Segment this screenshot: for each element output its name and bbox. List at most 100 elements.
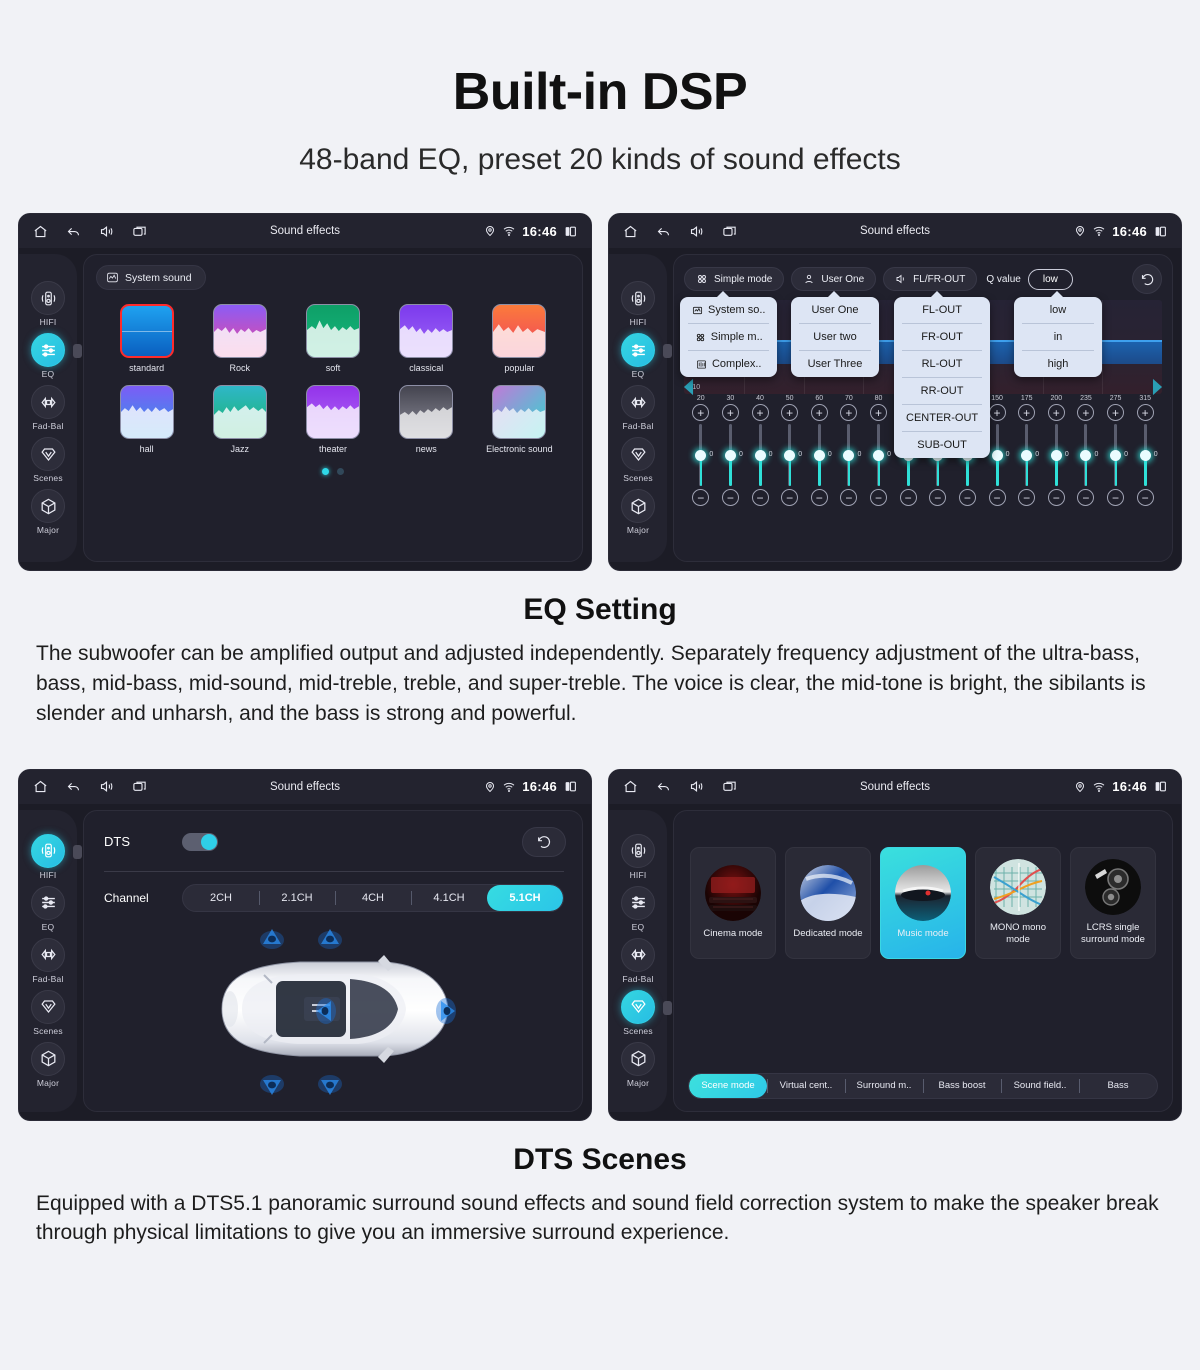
back-icon[interactable] <box>66 779 81 794</box>
eq-decrease-button[interactable]: − <box>810 489 828 507</box>
eq-slider-knob[interactable] <box>813 450 825 462</box>
speaker-icon[interactable] <box>434 996 458 1024</box>
eq-slider-knob[interactable] <box>991 450 1003 462</box>
eq-slider-knob[interactable] <box>695 450 707 462</box>
eq-increase-button[interactable]: + <box>1047 404 1065 422</box>
sidebar-item-major[interactable]: Major <box>19 489 77 535</box>
speaker-icon[interactable] <box>317 1074 342 1096</box>
recent-apps-icon[interactable] <box>722 779 737 794</box>
channel-option-21ch[interactable]: 2.1CH <box>259 885 335 911</box>
eq-decrease-button[interactable]: − <box>1107 489 1125 507</box>
scene-card-music[interactable]: Music mode <box>880 846 966 959</box>
tab-bass[interactable]: Bass <box>1079 1074 1157 1098</box>
eq-decrease-button[interactable]: − <box>988 489 1006 507</box>
eq-slider-track[interactable]: 0 <box>843 424 861 487</box>
eq-slider-knob[interactable] <box>784 450 796 462</box>
speaker-icon[interactable] <box>314 996 338 1024</box>
speaker-icon[interactable] <box>259 1074 284 1096</box>
sidebar-item-scenes[interactable]: Scenes <box>19 437 77 483</box>
eq-decrease-button[interactable]: − <box>870 489 888 507</box>
channel-option-2ch[interactable]: 2CH <box>183 885 259 911</box>
split-screen-icon[interactable] <box>564 225 577 238</box>
dropdown-item[interactable]: high <box>1022 351 1094 377</box>
volume-icon[interactable] <box>99 224 114 239</box>
eq-increase-button[interactable]: + <box>781 404 799 422</box>
dropdown-item[interactable]: RL-OUT <box>902 351 983 379</box>
dropdown-item[interactable]: CENTER-OUT <box>902 405 983 433</box>
home-icon[interactable] <box>623 779 638 794</box>
eq-increase-button[interactable]: + <box>751 404 769 422</box>
eq-decrease-button[interactable]: − <box>1047 489 1065 507</box>
eq-slider-track[interactable]: 0 <box>873 424 891 487</box>
recent-apps-icon[interactable] <box>132 779 147 794</box>
eq-slider-track[interactable]: 0 <box>1021 424 1039 487</box>
eq-prev-arrow-icon[interactable] <box>682 377 695 397</box>
channel-option-41ch[interactable]: 4.1CH <box>411 885 487 911</box>
volume-icon[interactable] <box>689 779 704 794</box>
eq-decrease-button[interactable]: − <box>1077 489 1095 507</box>
eq-increase-button[interactable]: + <box>1018 404 1036 422</box>
tab-virtual-center[interactable]: Virtual cent.. <box>767 1074 845 1098</box>
volume-icon[interactable] <box>689 224 704 239</box>
dropdown-item[interactable]: RR-OUT <box>902 378 983 406</box>
sidebar-item-fad-bal[interactable]: Fad-Bal <box>609 385 667 431</box>
scene-card-lcrs[interactable]: LCRS single surround mode <box>1070 846 1156 959</box>
dropdown-item[interactable]: SUB-OUT <box>902 432 982 458</box>
eq-decrease-button[interactable]: − <box>840 489 858 507</box>
eq-slider-track[interactable]: 0 <box>1080 424 1098 487</box>
eq-slider-knob[interactable] <box>724 450 736 462</box>
speaker-icon[interactable] <box>259 926 284 949</box>
qvalue-dropdown[interactable]: low in high <box>1014 291 1102 378</box>
eq-slider-track[interactable]: 0 <box>695 424 713 487</box>
sidebar-item-eq[interactable]: EQ <box>609 885 667 932</box>
dropdown-item[interactable]: FR-OUT <box>902 324 983 352</box>
eq-decrease-button[interactable]: − <box>721 489 739 507</box>
page-dot[interactable] <box>337 468 344 476</box>
sidebar-item-hifi[interactable]: HIFI <box>19 281 77 327</box>
reset-button[interactable] <box>522 826 566 857</box>
split-screen-icon[interactable] <box>1154 225 1167 238</box>
sidebar-item-fad-bal[interactable]: Fad-Bal <box>19 937 77 984</box>
eq-slider-track[interactable]: 0 <box>724 424 743 487</box>
scene-card-cinema[interactable]: Cinema mode <box>690 846 776 959</box>
preset-item[interactable]: Electronic sound <box>473 385 566 454</box>
split-screen-icon[interactable] <box>564 780 577 793</box>
eq-decrease-button[interactable]: − <box>1018 489 1036 507</box>
eq-slider-knob[interactable] <box>754 450 766 462</box>
channel-option-51ch[interactable]: 5.1CH <box>487 884 563 911</box>
preset-item[interactable]: soft <box>286 304 379 373</box>
eq-decrease-button[interactable]: − <box>899 489 917 507</box>
eq-decrease-button[interactable]: − <box>958 489 976 507</box>
dts-toggle[interactable] <box>182 832 218 851</box>
eq-slider-knob[interactable] <box>873 450 885 462</box>
eq-decrease-button[interactable]: − <box>692 489 710 507</box>
eq-increase-button[interactable]: + <box>1136 404 1154 422</box>
eq-decrease-button[interactable]: − <box>751 489 769 507</box>
mode-selector[interactable]: Simple mode <box>684 267 785 292</box>
sidebar-item-eq[interactable]: EQ <box>19 333 82 379</box>
eq-increase-button[interactable]: + <box>721 404 739 422</box>
eq-slider-track[interactable]: 0 <box>991 424 1009 487</box>
split-screen-icon[interactable] <box>1154 780 1167 793</box>
eq-increase-button[interactable]: + <box>1077 404 1095 422</box>
sidebar-item-scenes[interactable]: Scenes <box>609 989 672 1036</box>
dropdown-item[interactable]: User One <box>799 297 871 325</box>
eq-slider-track[interactable]: 0 <box>784 424 802 487</box>
preset-item[interactable]: Jazz <box>193 385 286 454</box>
user-dropdown[interactable]: User One User two User Three <box>791 291 879 378</box>
eq-slider-track[interactable]: 0 <box>1050 424 1069 487</box>
preset-item[interactable]: news <box>380 385 473 454</box>
recent-apps-icon[interactable] <box>132 224 147 239</box>
tab-bass-boost[interactable]: Bass boost <box>923 1074 1001 1098</box>
tab-scene-mode[interactable]: Scene mode <box>689 1073 767 1098</box>
dropdown-item[interactable]: FL-OUT <box>902 297 983 325</box>
tab-sound-field[interactable]: Sound field.. <box>1001 1074 1079 1098</box>
reset-button[interactable] <box>1132 264 1162 295</box>
eq-slider-track[interactable]: 0 <box>813 424 832 487</box>
back-icon[interactable] <box>656 224 671 239</box>
eq-decrease-button[interactable]: − <box>781 489 799 507</box>
preset-item[interactable]: theater <box>286 385 379 454</box>
mode-dropdown[interactable]: System so.. Simple m.. Complex.. <box>680 291 778 378</box>
home-icon[interactable] <box>623 224 638 239</box>
eq-increase-button[interactable]: + <box>988 404 1006 422</box>
